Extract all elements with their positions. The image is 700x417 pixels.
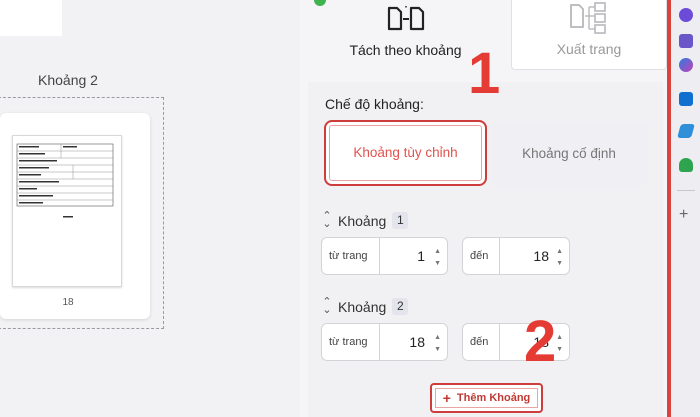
annotation-step-1: 1 xyxy=(468,41,501,106)
tree-icon[interactable] xyxy=(679,158,693,172)
extension-icon[interactable] xyxy=(679,34,693,48)
app-sidebar: + xyxy=(671,0,700,417)
to-page-label: đến xyxy=(470,250,489,262)
range-2-title: Khoảng xyxy=(338,298,387,315)
from-page-label: từ trang xyxy=(329,336,368,348)
to-page-label: đến xyxy=(470,336,489,348)
tab-export-label: Xuất trang xyxy=(556,41,622,57)
range-1-to-value[interactable]: 18 xyxy=(533,248,549,264)
increment-icon[interactable]: ▲ xyxy=(434,334,441,341)
add-range-label: Thêm Khoảng xyxy=(456,392,531,404)
page-number: 18 xyxy=(62,297,74,308)
range-1-from-stepper[interactable]: từ trang 1 ▲ ▼ xyxy=(321,237,448,275)
split-pages-icon xyxy=(387,6,425,31)
range-1-from-value[interactable]: 1 xyxy=(417,248,425,264)
page-card[interactable]: 18 xyxy=(0,113,150,319)
custom-range-label: Khoảng tùy chỉnh xyxy=(353,145,458,161)
range-2-from-stepper[interactable]: từ trang 18 ▲ ▼ xyxy=(321,323,448,361)
tab-export-pages[interactable]: Xuất trang xyxy=(511,0,667,70)
plus-icon: + xyxy=(442,390,451,406)
decrement-icon[interactable]: ▼ xyxy=(556,346,563,353)
range-1-header[interactable]: ⌃ ⌄ Khoảng 1 xyxy=(322,210,409,229)
increment-icon[interactable]: ▲ xyxy=(556,334,563,341)
range-2-header[interactable]: ⌃ ⌄ Khoảng 2 xyxy=(322,296,409,315)
range-2-from-value[interactable]: 18 xyxy=(409,334,425,350)
collapse-toggle-icon[interactable]: ⌃ ⌄ xyxy=(322,210,332,229)
range-2-index: 2 xyxy=(392,298,409,315)
range-1-index: 1 xyxy=(392,212,409,229)
annotation-step-2: 2 xyxy=(524,309,557,374)
send-icon[interactable] xyxy=(677,124,695,138)
fixed-range-label: Khoảng cố định xyxy=(522,146,616,162)
extract-pages-icon xyxy=(570,2,606,34)
range-1-to-stepper[interactable]: đến 18 ▲ ▼ xyxy=(462,237,570,275)
collapse-toggle-icon[interactable]: ⌃ ⌄ xyxy=(322,296,332,315)
increment-icon[interactable]: ▲ xyxy=(556,248,563,255)
range-1-title: Khoảng xyxy=(338,212,387,229)
add-range-button[interactable]: + Thêm Khoảng xyxy=(430,383,543,413)
from-page-label: từ trang xyxy=(329,250,368,262)
range-mode-label: Chế độ khoảng: xyxy=(325,96,424,112)
decrement-icon[interactable]: ▼ xyxy=(434,346,441,353)
decrement-icon[interactable]: ▼ xyxy=(556,260,563,267)
copilot-icon[interactable] xyxy=(679,58,693,72)
fixed-range-button[interactable]: Khoảng cố định xyxy=(490,122,648,186)
decrement-icon[interactable]: ▼ xyxy=(434,260,441,267)
increment-icon[interactable]: ▲ xyxy=(434,248,441,255)
preview-area: Khoảng 2 18 xyxy=(0,0,300,417)
document-thumbnail-icon xyxy=(16,143,114,218)
previous-page-card[interactable] xyxy=(0,0,62,36)
outlook-icon[interactable] xyxy=(679,92,693,106)
preview-range-title: Khoảng 2 xyxy=(38,72,98,88)
page-thumbnail xyxy=(12,135,122,287)
custom-range-button[interactable]: Khoảng tùy chỉnh xyxy=(324,120,487,186)
add-sidebar-icon[interactable]: + xyxy=(679,206,688,224)
user-icon[interactable] xyxy=(679,8,693,22)
